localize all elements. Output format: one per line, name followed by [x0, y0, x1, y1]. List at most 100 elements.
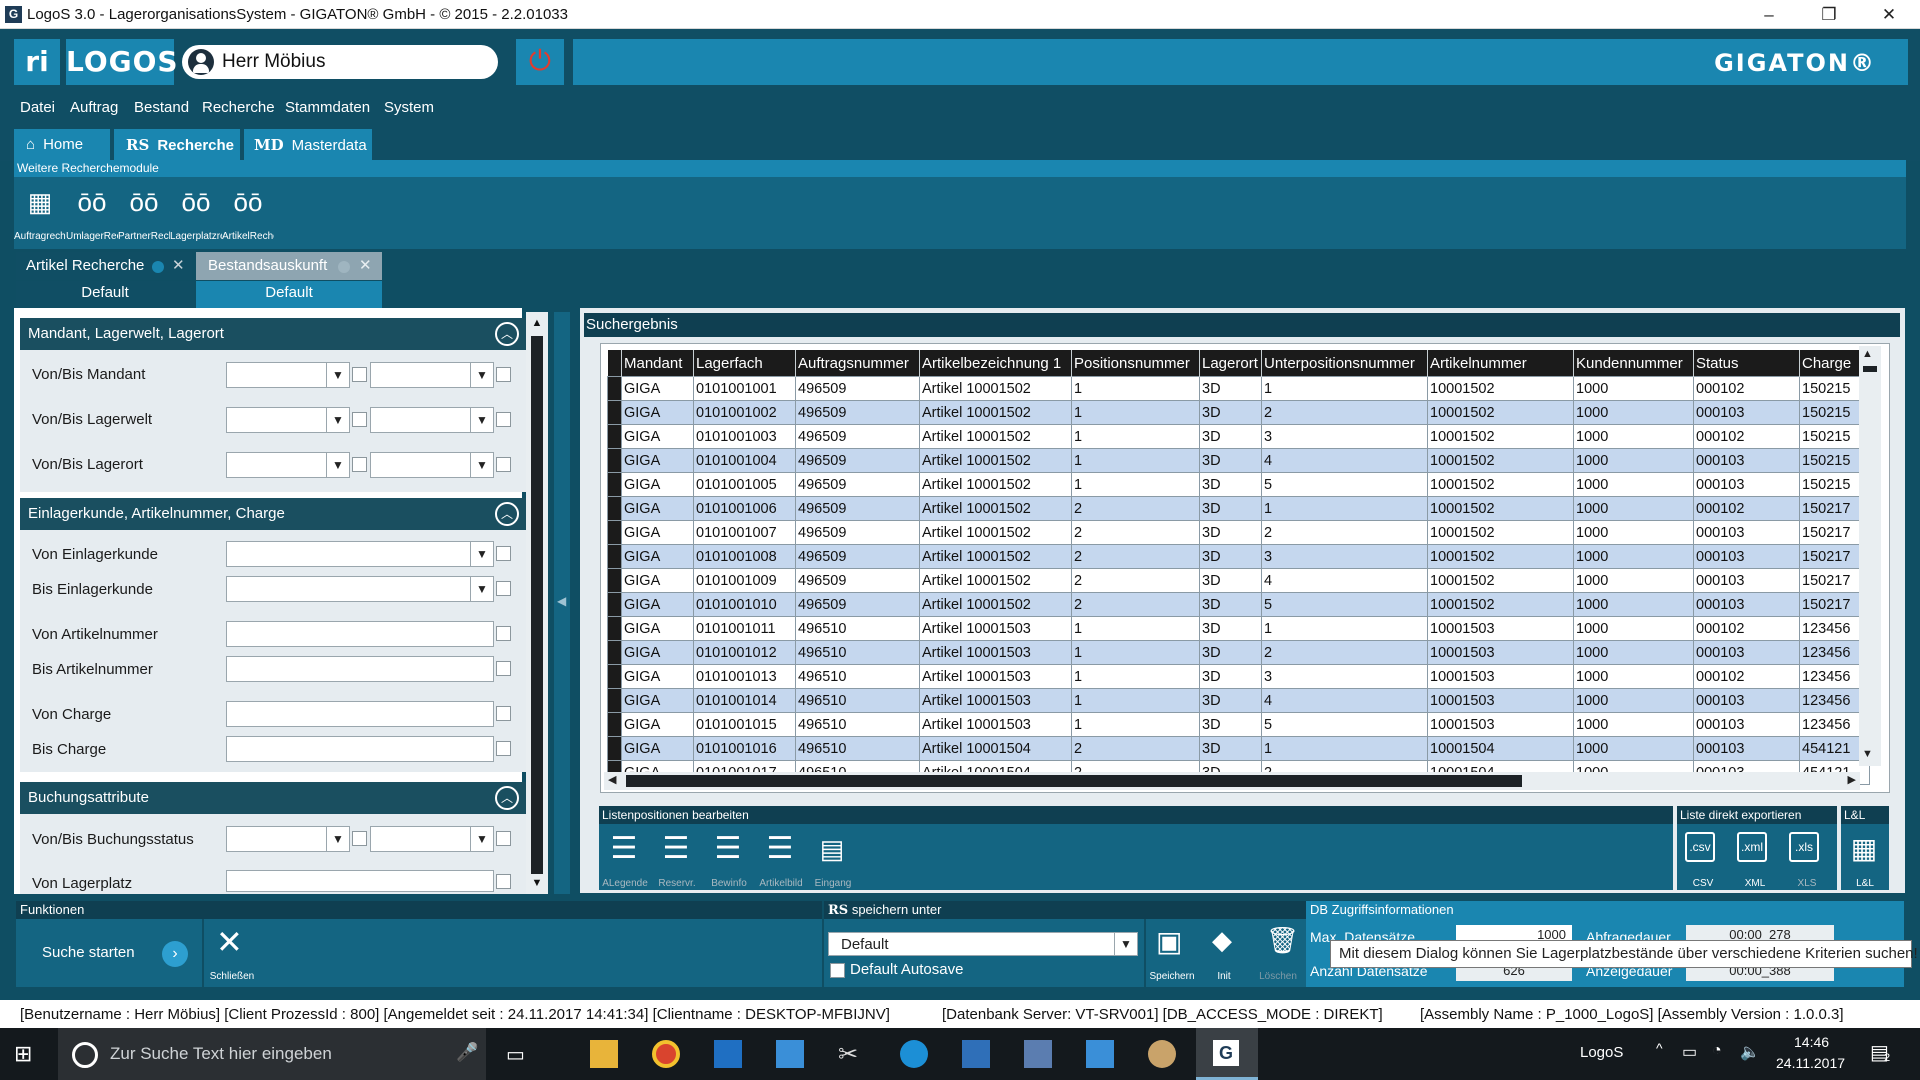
table-row[interactable]: GIGA 0101001011 496510 Artikel 10001503 1 3D 1…	[607, 616, 1870, 641]
grid-horizontal-scrollbar[interactable]: ◀ ▶	[604, 772, 1860, 790]
collapse-left-icon[interactable]: ◀	[557, 594, 566, 608]
table-cell[interactable]: 1000	[1573, 520, 1694, 545]
table-cell[interactable]: 000103	[1693, 712, 1800, 737]
ribbon-auftragrecherche[interactable]: ▦ Auftragrecherche	[14, 177, 66, 249]
table-cell[interactable]: Artikel 10001502	[919, 376, 1072, 401]
table-cell[interactable]: 1	[1261, 616, 1428, 641]
row-selector[interactable]	[607, 664, 622, 689]
row-selector[interactable]	[607, 616, 622, 641]
table-cell[interactable]: 000102	[1693, 376, 1800, 401]
von-charge-input[interactable]	[226, 701, 494, 727]
table-cell[interactable]: 496509	[795, 544, 920, 569]
table-cell[interactable]: GIGA	[621, 544, 694, 569]
table-cell[interactable]: Artikel 10001502	[919, 544, 1072, 569]
taskbar-search[interactable]: Zur Suche Text hier eingeben 🎤	[58, 1028, 486, 1080]
table-cell[interactable]: 1	[1071, 712, 1200, 737]
chevron-down-icon[interactable]: ▼	[470, 542, 493, 566]
table-cell[interactable]: 0101001016	[693, 736, 796, 761]
table-cell[interactable]: 000103	[1693, 640, 1800, 665]
von-lagerplatz-checkbox[interactable]	[496, 874, 511, 889]
table-cell[interactable]: 496510	[795, 664, 920, 689]
column-header[interactable]: Lagerort	[1199, 350, 1262, 377]
doctab-sub-bestand[interactable]: Default	[196, 281, 382, 308]
chevron-up-icon[interactable]: ^	[1656, 1040, 1663, 1056]
table-cell[interactable]: 10001503	[1427, 688, 1574, 713]
ribbon-umlagerrecherche[interactable]: ōō UmlagerRecherche	[66, 177, 118, 249]
table-cell[interactable]: 10001502	[1427, 568, 1574, 593]
table-row[interactable]: GIGA 0101001003 496509 Artikel 10001502 1 3D 3…	[607, 424, 1870, 449]
table-cell[interactable]: 000103	[1693, 520, 1800, 545]
left-scrollbar[interactable]: ▲ ▼	[526, 312, 548, 894]
table-cell[interactable]: 000102	[1693, 664, 1800, 689]
table-row[interactable]: GIGA 0101001010 496509 Artikel 10001502 2 3D 5…	[607, 592, 1870, 617]
scroll-up-icon[interactable]: ▲	[528, 314, 546, 332]
table-cell[interactable]: 10001502	[1427, 376, 1574, 401]
autosave-checkbox[interactable]	[830, 963, 845, 978]
row-selector[interactable]	[607, 448, 622, 473]
table-cell[interactable]: 496510	[795, 736, 920, 761]
table-cell[interactable]: 0101001014	[693, 688, 796, 713]
close-tab-icon[interactable]: ✕	[359, 252, 372, 280]
close-search-button[interactable]: ✕ Schließen	[206, 919, 258, 987]
table-cell[interactable]: 496509	[795, 592, 920, 617]
mandant-from-combo[interactable]: ▼	[226, 362, 350, 388]
table-cell[interactable]: GIGA	[621, 592, 694, 617]
table-cell[interactable]: 2	[1261, 520, 1428, 545]
table-cell[interactable]: 1000	[1573, 400, 1694, 425]
table-cell[interactable]: 0101001006	[693, 496, 796, 521]
table-cell[interactable]: 000103	[1693, 544, 1800, 569]
column-header[interactable]: Status	[1693, 350, 1800, 377]
table-cell[interactable]: 0101001005	[693, 472, 796, 497]
panel-splitter[interactable]: ◀	[554, 312, 570, 894]
table-cell[interactable]: 000103	[1693, 568, 1800, 593]
scroll-thumb[interactable]	[531, 336, 543, 892]
bis-einlagerkunde-combo[interactable]: ▼	[226, 576, 494, 602]
table-cell[interactable]: Artikel 10001502	[919, 568, 1072, 593]
windows-start-icon[interactable]: ⊞	[14, 1042, 38, 1066]
row-selector[interactable]	[607, 376, 622, 401]
battery-icon[interactable]: ▭	[1682, 1042, 1697, 1062]
menu-auftrag[interactable]: Auftrag	[70, 99, 118, 116]
microphone-icon[interactable]: 🎤	[456, 1042, 478, 1063]
table-cell[interactable]: GIGA	[621, 448, 694, 473]
row-selector[interactable]	[607, 688, 622, 713]
chevron-down-icon[interactable]: ▼	[326, 453, 349, 477]
table-cell[interactable]: 1000	[1573, 568, 1694, 593]
table-cell[interactable]: 2	[1261, 640, 1428, 665]
table-row[interactable]: GIGA 0101001001 496509 Artikel 10001502 1 3D 1…	[607, 376, 1870, 401]
mandant-to-combo[interactable]: ▼	[370, 362, 494, 388]
user-display[interactable]: Herr Möbius	[182, 45, 498, 79]
table-cell[interactable]: 496509	[795, 520, 920, 545]
von-charge-checkbox[interactable]	[496, 706, 511, 721]
table-cell[interactable]: 496509	[795, 472, 920, 497]
grid-vertical-scrollbar[interactable]: ▲ ▼	[1859, 346, 1881, 766]
table-cell[interactable]: GIGA	[621, 424, 694, 449]
table-row[interactable]: GIGA 0101001002 496509 Artikel 10001502 1 3D 2…	[607, 400, 1870, 425]
table-cell[interactable]: 000103	[1693, 400, 1800, 425]
table-cell[interactable]: Artikel 10001502	[919, 520, 1072, 545]
table-cell[interactable]: 1	[1071, 688, 1200, 713]
table-cell[interactable]: GIGA	[621, 472, 694, 497]
table-cell[interactable]: Artikel 10001502	[919, 424, 1072, 449]
chevron-down-icon[interactable]: ▼	[470, 363, 493, 387]
explorer-icon[interactable]	[590, 1040, 618, 1068]
logout-button[interactable]: ⏻	[516, 39, 564, 85]
word-icon[interactable]	[962, 1040, 990, 1068]
buchungsstatus-from-checkbox[interactable]	[352, 831, 367, 846]
table-cell[interactable]: 496509	[795, 424, 920, 449]
table-row[interactable]: GIGA 0101001014 496510 Artikel 10001503 1 3D 4…	[607, 688, 1870, 713]
menu-recherche[interactable]: Recherche	[202, 99, 275, 116]
ribbon-lagerplatzrecherche[interactable]: ōō Lagerplatzrecherche	[170, 177, 222, 249]
buchungsstatus-to-combo[interactable]: ▼	[370, 826, 494, 852]
table-cell[interactable]: Artikel 10001503	[919, 616, 1072, 641]
table-cell[interactable]: 0101001003	[693, 424, 796, 449]
column-header[interactable]: Mandant	[621, 350, 694, 377]
pin-icon[interactable]	[338, 261, 350, 273]
table-cell[interactable]: 10001504	[1427, 736, 1574, 761]
mandant-from-checkbox[interactable]	[352, 367, 367, 382]
table-cell[interactable]: GIGA	[621, 400, 694, 425]
table-cell[interactable]: 0101001011	[693, 616, 796, 641]
minimize-button[interactable]: –	[1740, 0, 1798, 29]
column-header[interactable]: Positionsnummer	[1071, 350, 1200, 377]
table-cell[interactable]: 496509	[795, 496, 920, 521]
